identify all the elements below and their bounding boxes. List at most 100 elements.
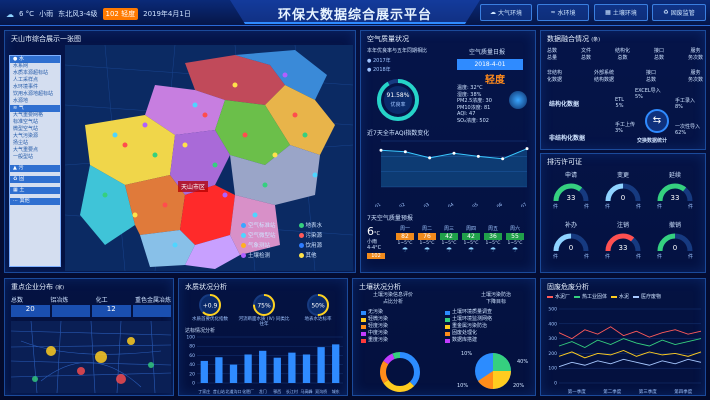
waste-icon: ♻	[663, 9, 669, 16]
trend-point	[428, 156, 432, 160]
permit-value: 0	[621, 194, 625, 202]
legend-swatch	[361, 338, 366, 343]
legend-item: 土壤环境质量调查	[445, 309, 492, 316]
stat-cell: 文件 总数	[580, 48, 591, 61]
legend-item[interactable]: 饮用源	[298, 241, 354, 249]
menu-item[interactable]: 水系网	[13, 63, 60, 70]
x-label: 第三季度	[639, 388, 657, 395]
legend-item[interactable]: 空气标准站	[241, 221, 296, 229]
x-label: 第一季度	[568, 388, 586, 395]
menu-item[interactable]: 水质本源超标站	[13, 70, 60, 77]
legend-label: 轻度污染	[368, 323, 389, 329]
legend-swatch	[445, 338, 450, 343]
legend-item[interactable]: 土壤检测	[241, 251, 296, 259]
temperature: 6 °C	[19, 10, 35, 18]
x-label: 昔山站	[213, 388, 225, 394]
forecast-aqi: 42	[462, 233, 480, 240]
nav-air-button[interactable]: ☁ 大气环境	[480, 4, 532, 21]
forecast-title: 7天空气质量预报	[367, 215, 413, 222]
menu-item[interactable]: 一般型站	[13, 154, 60, 161]
unstruct-label: 非结构化数据	[549, 135, 586, 142]
map-city-label[interactable]: 天山市区	[178, 181, 209, 192]
permit-unit: 件	[583, 254, 589, 260]
permit-arc-svg: 33	[605, 233, 641, 252]
legend-swatch	[633, 295, 640, 298]
map-panel: 天山市综合展示一张图 天山市区 ● 水 水系网 水质本源超标站 人工采样点 水环…	[4, 30, 356, 273]
stat-cell: 接口 总数	[653, 48, 664, 61]
permit-label: 申请	[564, 172, 577, 179]
menu-water-header[interactable]: ● 水	[10, 56, 60, 63]
series-line	[558, 358, 702, 368]
enterprise-panel: 重点企业分布 (家) 总数 铝冶炼 化工 重色金属冶炼 20 12	[4, 278, 174, 396]
menu-other-header[interactable]: ⋯ 其他	[10, 198, 60, 205]
permit-label: 补办	[564, 222, 577, 229]
y-tick: 40	[189, 362, 195, 368]
forecast-day-label: 周五	[487, 226, 498, 232]
menu-item[interactable]: 微型空气站	[13, 126, 60, 133]
nav-soil-button[interactable]: ▦ 土壤环境	[594, 4, 648, 21]
permit-panel: 排污许可证 申请 33 件件变更 0 件件延续 33 件件补办 0 件件注销 33 件件撤销 0 件件	[540, 153, 706, 273]
menu-item[interactable]: 标准空气站	[13, 119, 60, 126]
recycle-icon: ♻	[13, 176, 18, 182]
wind: 东北风3-4级	[58, 10, 98, 18]
forecast-day: 周三 42 1~5°C ☂	[439, 225, 459, 254]
water-gauge: 50% 地表水达标率	[291, 293, 345, 322]
trend-point	[452, 151, 456, 155]
legend-item[interactable]: 地表水	[298, 221, 354, 229]
permit-unit: 件	[687, 254, 693, 260]
legend-swatch	[361, 310, 366, 315]
more-icon: ⋯	[13, 198, 18, 204]
legend-item[interactable]: 其他	[298, 251, 354, 259]
page-title: 环保大数据综合展示平台	[277, 8, 432, 23]
menu-soil-header[interactable]: ▦ 土	[10, 187, 60, 194]
bar	[332, 344, 340, 383]
trend-point	[525, 147, 529, 151]
air-panel-title: 空气质量状况	[367, 35, 409, 43]
menu-item[interactable]: 人工采样点	[13, 77, 60, 84]
waste-legend: 水泥厂 热工业固体 水泥 医疗废物	[547, 293, 705, 300]
menu-item[interactable]: 大气重要点	[13, 147, 60, 154]
y-tick: 100	[548, 366, 557, 372]
permit-label: 注销	[616, 222, 629, 229]
surface-water-icon	[298, 222, 304, 228]
series-line	[558, 326, 702, 340]
legend-item[interactable]: 空气微型站	[241, 231, 296, 239]
menu-air-header[interactable]: ≋ 气	[10, 105, 60, 112]
trend-x-label: 2019-04-04	[430, 202, 455, 207]
permit-unit: 件	[553, 254, 559, 260]
menu-item[interactable]: 大气重要网格	[13, 112, 60, 119]
dashboard-root: ☁ 6 °C 小雨 东北风3-4级 102 轻度 2019年4月1日 环保大数据…	[0, 0, 710, 400]
trend-point	[379, 148, 383, 152]
gauge-label: 水质首要优化指数	[192, 317, 228, 322]
layer-menu: ● 水 水系网 水质本源超标站 人工采样点 水环境事件 饮用水源地超标站 水源地…	[9, 55, 61, 267]
legend-item[interactable]: 污染源	[298, 231, 354, 239]
water-gauge: 75% 河流断面水质 (Ⅳ) 同类比往年	[237, 293, 291, 327]
enterprise-heatmap[interactable]	[11, 321, 171, 393]
stat-row-2: 非结构 化数据 外部系统 结构数据 接口 总数 服务 务次数	[547, 69, 703, 83]
legend-item[interactable]: 气象测站	[241, 241, 296, 249]
series-line	[558, 349, 702, 359]
y-tick: 0	[192, 381, 195, 387]
menu-item[interactable]: 扬尘站	[13, 140, 60, 147]
soil-right-title: 土壤污染防治 下降目标	[480, 292, 511, 305]
forecast-row: 周一 82 1~5°C ☂ 周二 76 1~5°C ☂ 周三 42 1~5°C ☂ 周四 42 1~5°C ☂…	[395, 225, 531, 267]
x-label: 北道沟口	[226, 388, 242, 394]
menu-waste-header[interactable]: ♻ 固	[10, 176, 60, 183]
rain-icon: ☂	[467, 246, 475, 254]
menu-pollution-header[interactable]: ▲ 污	[10, 165, 60, 172]
trend-x-label: 2019-04-06	[479, 202, 504, 207]
menu-item[interactable]: 水环境事件	[13, 84, 60, 91]
bar	[273, 357, 281, 383]
water-drop-icon: ●	[13, 56, 18, 62]
menu-item[interactable]: 饮用水源地超标站	[13, 91, 60, 98]
nav-waste-button[interactable]: ♻ 固废监管	[652, 4, 706, 21]
permit-arc-svg: 33	[657, 183, 693, 202]
legend-item: 医疗废物	[633, 293, 661, 300]
legend-label: 重金属污染防治	[452, 323, 488, 329]
stat-cell: 服务 务次数	[687, 48, 703, 61]
menu-item[interactable]: 大气污染源	[13, 133, 60, 140]
permit-label: 变更	[616, 172, 629, 179]
nav-water-button[interactable]: ≈ 水环境	[537, 4, 589, 21]
legend-swatch	[445, 317, 450, 322]
menu-item[interactable]: 水源地	[13, 98, 60, 105]
